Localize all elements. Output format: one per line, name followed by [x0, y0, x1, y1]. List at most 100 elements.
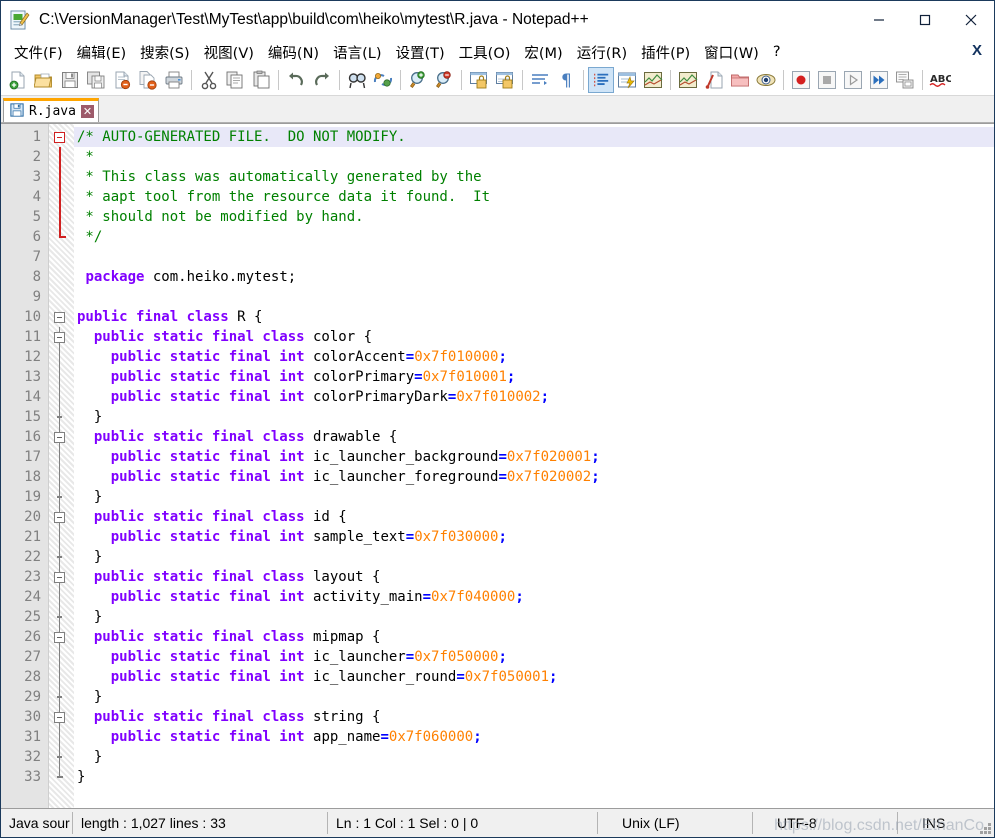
menu-encoding[interactable]: 编码(N): [261, 40, 326, 65]
redo-icon[interactable]: [309, 67, 335, 93]
fold-margin[interactable]: [49, 124, 74, 808]
fold-marker[interactable]: [49, 447, 74, 467]
paste-icon[interactable]: [248, 67, 274, 93]
undo-icon[interactable]: [283, 67, 309, 93]
code-line[interactable]: * This class was automatically generated…: [74, 167, 994, 187]
fold-marker[interactable]: [49, 567, 74, 587]
status-eol-format[interactable]: Unix (LF): [598, 812, 753, 834]
code-line[interactable]: }: [74, 747, 994, 767]
macro-stop-icon[interactable]: [814, 67, 840, 93]
menu-help[interactable]: ?: [766, 42, 788, 62]
menu-settings[interactable]: 设置(T): [388, 40, 451, 65]
fold-marker[interactable]: [49, 127, 74, 147]
monitoring-icon[interactable]: [753, 67, 779, 93]
fold-marker[interactable]: [49, 547, 74, 567]
folder-as-workspace-icon[interactable]: [727, 67, 753, 93]
macro-playback-multiple-icon[interactable]: [866, 67, 892, 93]
macro-save-icon[interactable]: [892, 67, 918, 93]
code-line[interactable]: public static final int activity_main=0x…: [74, 587, 994, 607]
code-line[interactable]: */: [74, 227, 994, 247]
function-list-icon[interactable]: [701, 67, 727, 93]
code-line[interactable]: public static final int ic_launcher_fore…: [74, 467, 994, 487]
code-line[interactable]: public static final int sample_text=0x7f…: [74, 527, 994, 547]
code-line[interactable]: * aapt tool from the resource data it fo…: [74, 187, 994, 207]
fold-marker[interactable]: [49, 147, 74, 167]
zoom-in-icon[interactable]: [405, 67, 431, 93]
code-line[interactable]: [74, 287, 994, 307]
fold-marker[interactable]: [49, 707, 74, 727]
fold-marker[interactable]: [49, 487, 74, 507]
code-line[interactable]: package com.heiko.mytest;: [74, 267, 994, 287]
code-line[interactable]: /* AUTO-GENERATED FILE. DO NOT MODIFY.: [74, 127, 994, 147]
fold-marker[interactable]: [49, 507, 74, 527]
code-line[interactable]: [74, 247, 994, 267]
macro-play-icon[interactable]: [840, 67, 866, 93]
fold-marker[interactable]: [49, 627, 74, 647]
code-line[interactable]: public final class R {: [74, 307, 994, 327]
fold-marker[interactable]: [49, 407, 74, 427]
code-line[interactable]: public static final class mipmap {: [74, 627, 994, 647]
code-line[interactable]: public static final int ic_launcher_back…: [74, 447, 994, 467]
print-icon[interactable]: [161, 67, 187, 93]
fold-marker[interactable]: [49, 587, 74, 607]
fold-marker[interactable]: [49, 287, 74, 307]
spell-check-icon[interactable]: ABC: [927, 67, 953, 93]
code-line[interactable]: }: [74, 487, 994, 507]
replace-icon[interactable]: [370, 67, 396, 93]
fold-marker[interactable]: [49, 167, 74, 187]
user-defined-language-icon[interactable]: [614, 67, 640, 93]
fold-marker[interactable]: [49, 427, 74, 447]
code-line[interactable]: public static final class color {: [74, 327, 994, 347]
editor[interactable]: 1 2 3 4 5 6 7 8 9 10 11 12 13 14 15 16 17 18 19 20 21 22 23 24 2…: [1, 123, 994, 808]
minimize-button[interactable]: [856, 1, 902, 39]
fold-marker[interactable]: [49, 527, 74, 547]
menu-run[interactable]: 运行(R): [570, 40, 634, 65]
fold-marker[interactable]: [49, 267, 74, 287]
code-line[interactable]: public static final int colorPrimaryDark…: [74, 387, 994, 407]
code-line[interactable]: }: [74, 407, 994, 427]
code-line[interactable]: public static final class id {: [74, 507, 994, 527]
fold-marker[interactable]: [49, 667, 74, 687]
fold-marker[interactable]: [49, 607, 74, 627]
fold-marker[interactable]: [49, 187, 74, 207]
code-line[interactable]: public static final int colorAccent=0x7f…: [74, 347, 994, 367]
fold-marker[interactable]: [49, 247, 74, 267]
close-file-icon[interactable]: [109, 67, 135, 93]
menu-edit[interactable]: 编辑(E): [70, 40, 133, 65]
fold-marker[interactable]: [49, 307, 74, 327]
close-button[interactable]: [948, 1, 994, 39]
fold-marker[interactable]: [49, 747, 74, 767]
code-area[interactable]: /* AUTO-GENERATED FILE. DO NOT MODIFY. *…: [74, 124, 994, 808]
menu-language[interactable]: 语言(L): [326, 40, 388, 65]
fold-marker[interactable]: [49, 767, 74, 787]
menu-view[interactable]: 视图(V): [197, 40, 261, 65]
tab-close-icon[interactable]: ✕: [80, 105, 94, 118]
code-line[interactable]: public static final class layout {: [74, 567, 994, 587]
code-line[interactable]: }: [74, 767, 994, 787]
menu-window[interactable]: 窗口(W): [697, 40, 766, 65]
save-all-icon[interactable]: [83, 67, 109, 93]
word-wrap-icon[interactable]: [527, 67, 553, 93]
save-icon[interactable]: [57, 67, 83, 93]
document-map-icon[interactable]: [640, 67, 666, 93]
copy-icon[interactable]: [222, 67, 248, 93]
resize-grip[interactable]: [980, 823, 992, 835]
maximize-button[interactable]: [902, 1, 948, 39]
macro-record-icon[interactable]: [788, 67, 814, 93]
zoom-out-icon[interactable]: [431, 67, 457, 93]
indent-guide-icon[interactable]: [588, 67, 614, 93]
find-icon[interactable]: [344, 67, 370, 93]
code-line[interactable]: public static final int ic_launcher=0x7f…: [74, 647, 994, 667]
fold-marker[interactable]: [49, 347, 74, 367]
code-line[interactable]: }: [74, 547, 994, 567]
fold-marker[interactable]: [49, 207, 74, 227]
fold-marker[interactable]: [49, 687, 74, 707]
code-line[interactable]: public static final int colorPrimary=0x7…: [74, 367, 994, 387]
show-all-characters-icon[interactable]: ¶: [553, 67, 579, 93]
code-line[interactable]: * should not be modified by hand.: [74, 207, 994, 227]
code-line[interactable]: public static final class drawable {: [74, 427, 994, 447]
open-file-icon[interactable]: [31, 67, 57, 93]
fold-marker[interactable]: [49, 387, 74, 407]
code-line[interactable]: public static final class string {: [74, 707, 994, 727]
fold-marker[interactable]: [49, 227, 74, 247]
